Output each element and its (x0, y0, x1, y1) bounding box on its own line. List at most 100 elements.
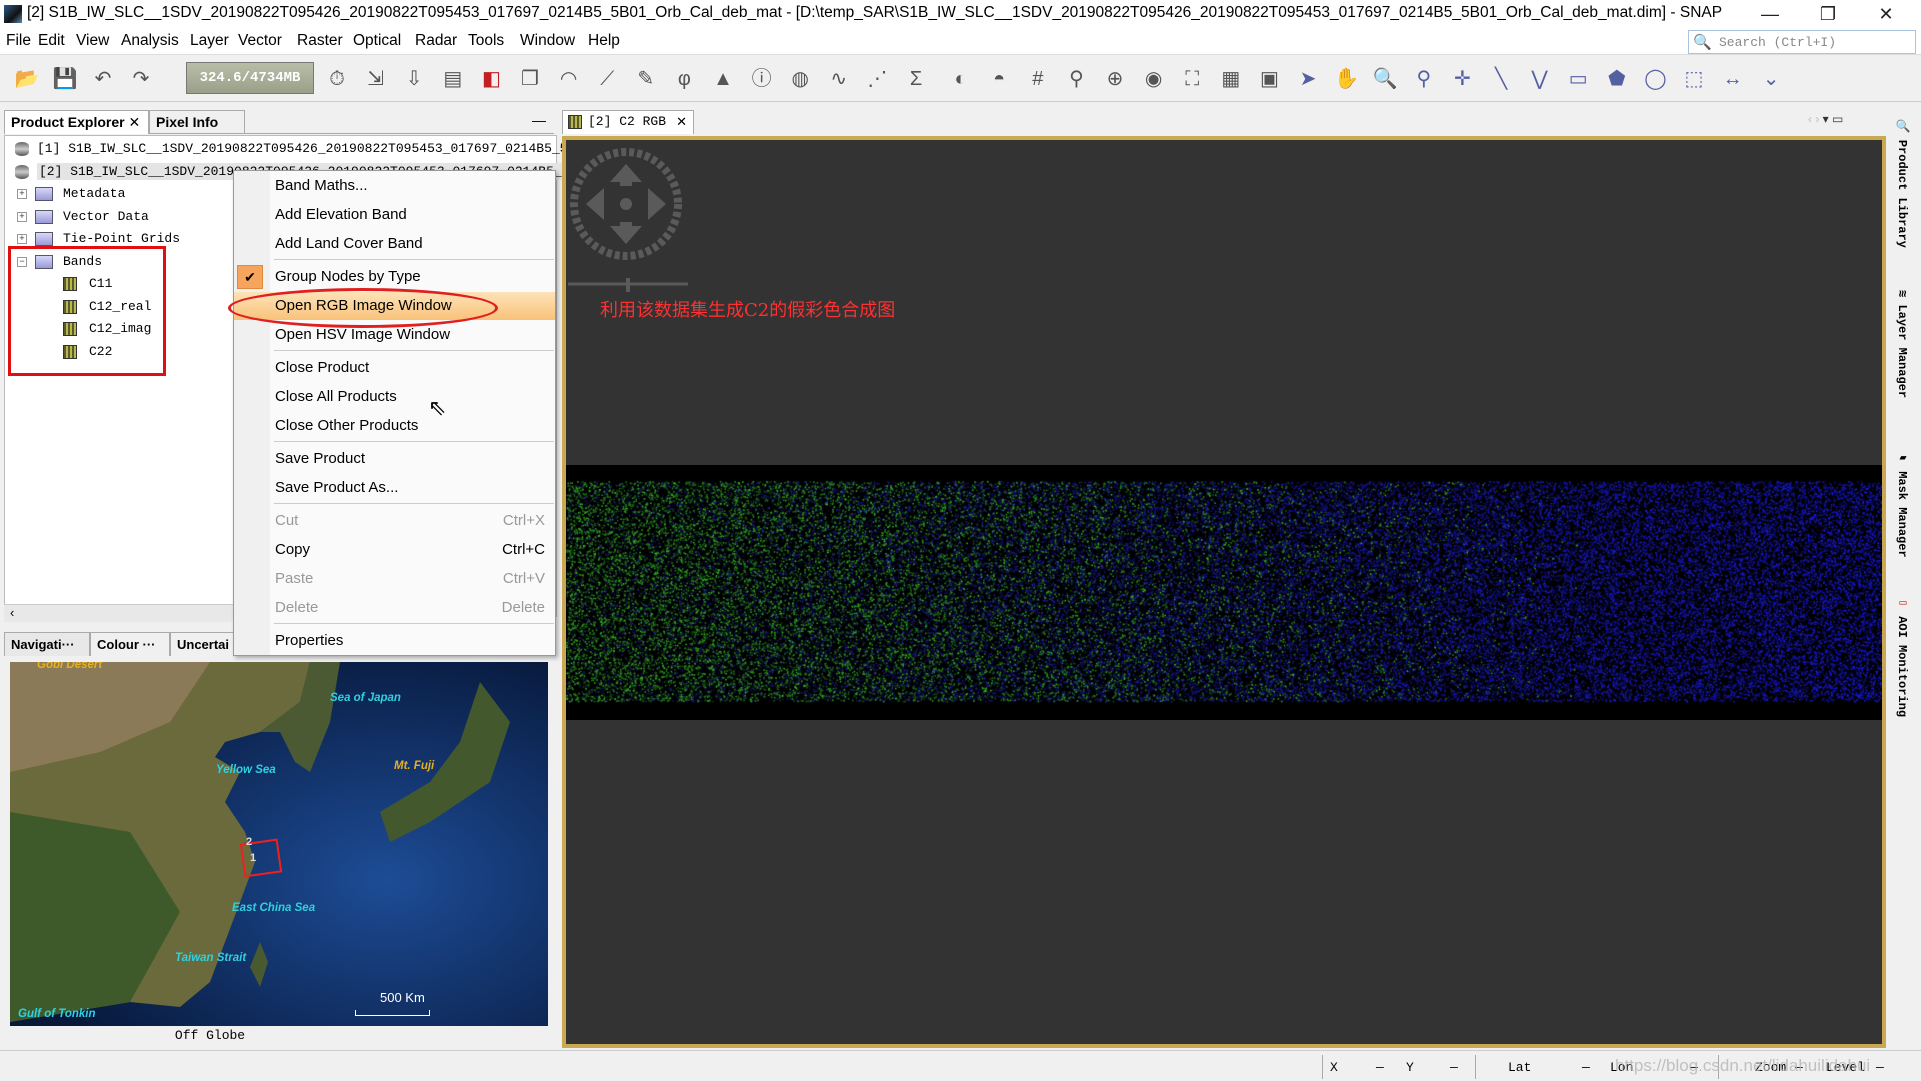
tab-c2-rgb[interactable]: [2] C2 RGB ✕ (562, 110, 694, 134)
pan-icon[interactable]: ✋ (1332, 64, 1362, 94)
sidebar-mask-manager[interactable]: ▰ Mask Manager (1895, 450, 1909, 558)
undo-icon[interactable]: ↶ (88, 64, 118, 94)
close-tab-icon[interactable]: ✕ (128, 114, 140, 130)
sidebar-product-library[interactable]: 🔍 Product Library (1895, 118, 1909, 248)
product-icon[interactable]: ▤ (438, 64, 468, 94)
tab-colour[interactable]: Colour ··· (90, 632, 170, 656)
rect-icon[interactable]: ▭ (1563, 64, 1593, 94)
scroll-left-icon[interactable]: ‹ (10, 605, 14, 620)
menu-item-copy[interactable]: Copy Ctrl+C (234, 536, 555, 564)
menu-separator (274, 503, 554, 504)
menu-item-close-other-products[interactable]: Close Other Products (234, 412, 555, 440)
polyline-icon[interactable]: ⋁ (1525, 64, 1555, 94)
grid-icon[interactable]: # (1023, 64, 1053, 94)
select-icon[interactable]: ➤ (1293, 64, 1323, 94)
gc-icon[interactable]: ⏱ (322, 64, 352, 94)
shape-icon[interactable]: ⬚ (1679, 64, 1709, 94)
menu-item-group-nodes-by-type[interactable]: Group Nodes by Type ✔ (234, 263, 555, 291)
scatter-icon[interactable]: ⋰ (862, 64, 892, 94)
expand-icon[interactable]: + (17, 233, 27, 244)
sum-icon[interactable]: Σ (901, 64, 931, 94)
menu-item-add-land-cover-band[interactable]: Add Land Cover Band (234, 230, 555, 258)
wave-icon[interactable]: ◠ (554, 64, 584, 94)
graph-icon[interactable]: ⟋ (592, 64, 622, 94)
tab-uncertainty[interactable]: Uncertai (170, 632, 240, 656)
menu-tools[interactable]: Tools (468, 32, 504, 50)
save-product-icon[interactable]: 💾 (50, 64, 80, 94)
gcp-add-icon[interactable]: ✛ (1447, 64, 1477, 94)
aoi-icon[interactable]: ▣ (1254, 64, 1284, 94)
tree-horizontal-scrollbar[interactable]: ‹ (4, 604, 234, 622)
stats-icon[interactable]: ◍ (785, 64, 815, 94)
close-tab-icon[interactable]: ✕ (676, 111, 687, 133)
expand-icon[interactable]: + (17, 188, 27, 199)
node-vector-data[interactable]: + Vector Data (17, 207, 149, 227)
line-icon[interactable]: ╲ (1486, 64, 1516, 94)
tile-icon[interactable]: ❐ (515, 64, 545, 94)
node-label: Metadata (63, 186, 126, 201)
more-icon[interactable]: ⌄ (1756, 64, 1786, 94)
range-icon[interactable]: ◉ (1139, 64, 1169, 94)
menu-raster[interactable]: Raster (297, 32, 343, 50)
import-icon[interactable]: ⇲ (361, 64, 391, 94)
menu-item-close-product[interactable]: Close Product (234, 354, 555, 382)
expand-icon[interactable]: + (17, 211, 27, 222)
sidebar-layer-manager[interactable]: ≋ Layer Manager (1895, 290, 1909, 398)
rgb-icon[interactable]: ◧ (476, 64, 506, 94)
menu-layer[interactable]: Layer (190, 32, 229, 50)
cursor-sync-icon[interactable]: ◓ (984, 64, 1014, 94)
world-map-view[interactable]: Gobi Desert Sea of Japan Yellow Sea Mt. … (10, 662, 548, 1026)
navigation-compass-icon[interactable] (568, 142, 690, 292)
spectrum-icon[interactable]: φ (669, 64, 699, 94)
minimize-button[interactable]: — (1742, 0, 1798, 28)
polygon-icon[interactable]: ⬟ (1602, 64, 1632, 94)
close-button[interactable]: ✕ (1858, 0, 1914, 28)
export-icon[interactable]: ⇩ (399, 64, 429, 94)
redo-icon[interactable]: ↷ (126, 64, 156, 94)
menu-vector[interactable]: Vector (238, 32, 282, 50)
node-metadata[interactable]: + Metadata (17, 184, 125, 204)
menu-item-cut[interactable]: Cut Ctrl+X (234, 507, 555, 535)
batch-icon[interactable]: ▦ (1216, 64, 1246, 94)
measure-icon[interactable]: ↔ (1718, 64, 1748, 94)
menu-item-add-elevation-band[interactable]: Add Elevation Band (234, 201, 555, 229)
memory-indicator[interactable]: 324.6/4734MB (186, 62, 314, 94)
search-input[interactable]: 🔍 Search (Ctrl+I) (1688, 30, 1916, 54)
menu-item-band-maths[interactable]: Band Maths... (234, 172, 555, 200)
minimize-panel-button[interactable]: — (532, 112, 546, 128)
restore-button[interactable]: ❐ (1800, 0, 1856, 28)
menu-item-paste[interactable]: Paste Ctrl+V (234, 565, 555, 593)
tab-product-explorer[interactable]: Product Explorer ✕ (4, 110, 149, 134)
pin-icon[interactable]: ⚲ (1061, 64, 1091, 94)
menu-item-save-product[interactable]: Save Product (234, 445, 555, 473)
menu-item-save-product-as[interactable]: Save Product As... (234, 474, 555, 502)
mask-icon[interactable]: ◐ (946, 64, 976, 94)
histogram-icon[interactable]: ▲ (708, 64, 738, 94)
ellipse-icon[interactable]: ◯ (1640, 64, 1670, 94)
product-1[interactable]: [1] S1B_IW_SLC__1SDV_20190822T095426_201… (15, 139, 591, 159)
menu-item-close-all-products[interactable]: Close All Products (234, 383, 555, 411)
gcp-icon[interactable]: ⊕ (1100, 64, 1130, 94)
menu-radar[interactable]: Radar (415, 32, 457, 50)
profile-icon[interactable]: ∿ (824, 64, 854, 94)
tab-navigation[interactable]: Navigati··· (4, 632, 90, 656)
tab-scroll-icons[interactable]: ‹ › ▾ ▭ (1808, 112, 1843, 126)
sidebar-aoi-monitoring[interactable]: ▭ AOI Monitoring (1895, 595, 1909, 717)
menu-view[interactable]: View (76, 32, 109, 50)
menu-window[interactable]: Window (520, 32, 575, 50)
info-icon[interactable]: ⓘ (747, 64, 777, 94)
menu-file[interactable]: File (6, 32, 31, 50)
menu-item-properties[interactable]: Properties (234, 627, 555, 655)
zoom-icon[interactable]: 🔍 (1370, 64, 1400, 94)
menu-help[interactable]: Help (588, 32, 620, 50)
graph-builder-icon[interactable]: ⛶ (1177, 64, 1207, 94)
open-product-icon[interactable]: 📂 (12, 64, 42, 94)
menu-item-delete[interactable]: Delete Delete (234, 594, 555, 622)
menu-edit[interactable]: Edit (38, 32, 65, 50)
menu-analysis[interactable]: Analysis (121, 32, 179, 50)
edit-icon[interactable]: ✎ (631, 64, 661, 94)
rgb-image-raster[interactable] (566, 465, 1882, 720)
tab-pixel-info[interactable]: Pixel Info (149, 110, 245, 134)
pin-add-icon[interactable]: ⚲ (1409, 64, 1439, 94)
menu-optical[interactable]: Optical (353, 32, 401, 50)
